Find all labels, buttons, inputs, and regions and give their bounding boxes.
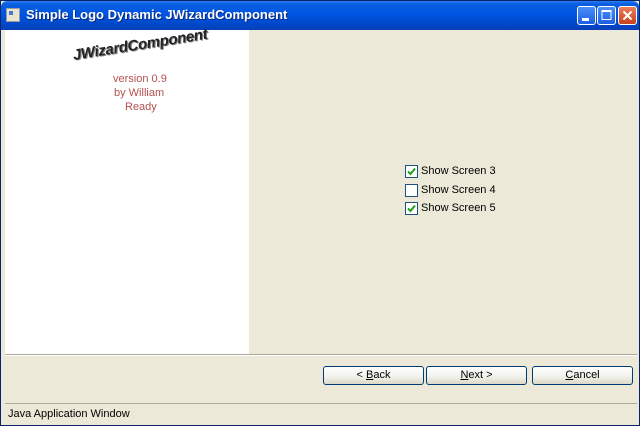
minimize-button[interactable] xyxy=(577,6,596,25)
window-title: Simple Logo Dynamic JWizardComponent xyxy=(26,7,288,22)
cancel-button[interactable]: Cancel xyxy=(532,366,633,385)
checkbox-show-screen-3[interactable]: Show Screen 3 xyxy=(405,163,496,179)
checkbox-label: Show Screen 5 xyxy=(421,202,496,214)
status-text: Java Application Window xyxy=(8,408,130,420)
next-rest: ext > xyxy=(468,369,493,381)
application-window: Simple Logo Dynamic JWizardComponent JWi… xyxy=(0,0,640,426)
checkbox-label: Show Screen 4 xyxy=(421,184,496,196)
title-bar[interactable]: Simple Logo Dynamic JWizardComponent xyxy=(1,1,639,30)
java-app-icon[interactable] xyxy=(6,8,20,22)
maximize-icon xyxy=(601,10,612,20)
checkbox-label: Show Screen 3 xyxy=(421,165,496,177)
maximize-button[interactable] xyxy=(597,6,616,25)
back-rest: ack xyxy=(373,369,391,381)
next-button[interactable]: Next > xyxy=(426,366,527,385)
close-icon xyxy=(622,10,633,21)
checkmark-icon xyxy=(407,204,416,212)
checkmark-icon xyxy=(407,167,416,175)
status-bar: Java Application Window xyxy=(5,403,637,424)
checkbox-box[interactable] xyxy=(405,183,418,197)
checkbox-show-screen-5[interactable]: Show Screen 5 xyxy=(405,200,496,216)
logo-author: by William xyxy=(114,87,165,99)
back-button[interactable]: < Back xyxy=(323,366,424,385)
divider xyxy=(5,354,637,356)
logo-status: Ready xyxy=(125,101,157,113)
checkbox-box[interactable] xyxy=(405,201,418,215)
minimize-icon xyxy=(582,18,589,21)
logo-version: version 0.9 xyxy=(113,73,167,85)
cancel-rest: ancel xyxy=(573,369,600,381)
checkbox-show-screen-4[interactable]: Show Screen 4 xyxy=(405,182,496,198)
checkbox-box[interactable] xyxy=(405,164,418,178)
close-button[interactable] xyxy=(618,6,637,25)
back-prefix: < xyxy=(356,369,366,381)
